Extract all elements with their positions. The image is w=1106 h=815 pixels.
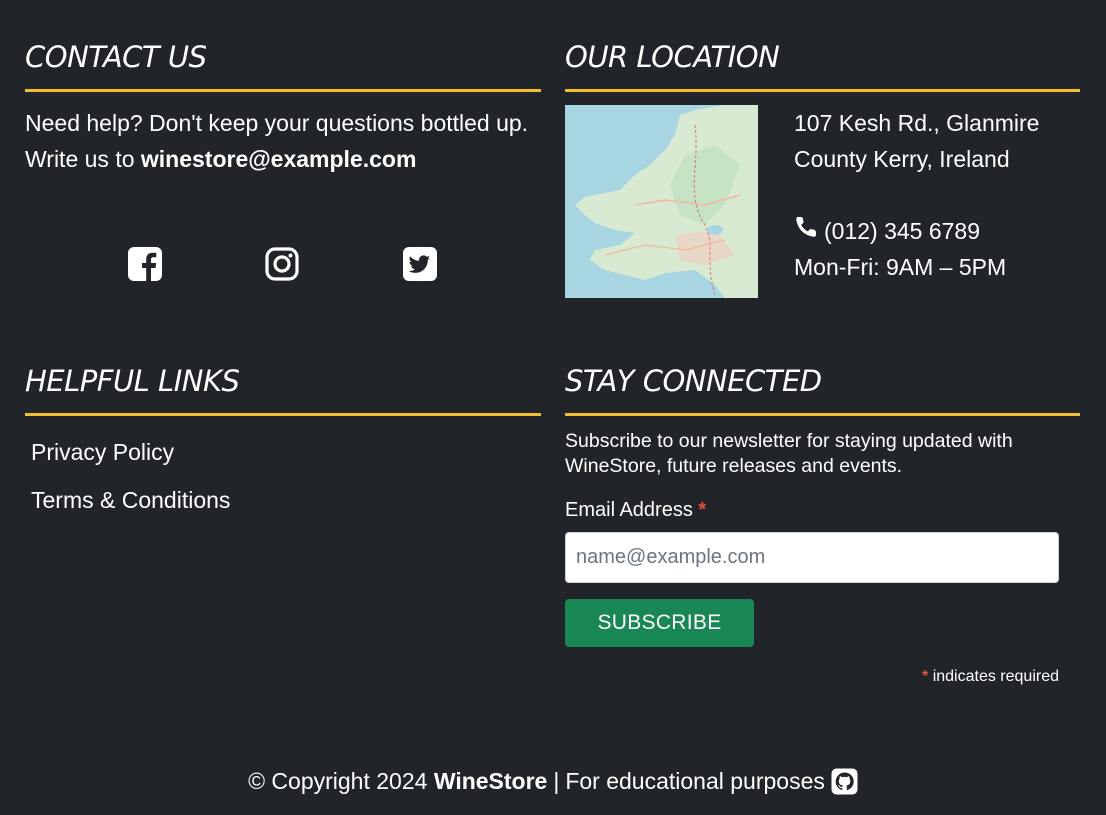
facebook-icon[interactable]	[127, 246, 163, 282]
address-block: 107 Kesh Rd., Glanmire County Kerry, Ire…	[794, 105, 1094, 285]
required-note: * indicates required	[859, 668, 1059, 686]
contact-write-prefix: Write us to	[25, 146, 141, 172]
links-divider	[25, 413, 541, 416]
address-line-1: 107 Kesh Rd., Glanmire	[794, 110, 1040, 136]
opening-hours: Mon-Fri: 9AM – 5PM	[794, 254, 1007, 280]
footer-purpose: For educational purposes	[565, 768, 825, 794]
newsletter-description: Subscribe to our newsletter for staying …	[565, 430, 1013, 477]
privacy-policy-link[interactable]: Privacy Policy	[31, 434, 230, 482]
twitter-icon[interactable]	[402, 246, 438, 282]
phone-number[interactable]: (012) 345 6789	[824, 213, 980, 249]
address-line-2: County Kerry, Ireland	[794, 146, 1010, 172]
newsletter-heading: STAY CONNECTED	[565, 364, 822, 398]
contact-help-text: Need help? Don't keep your questions bot…	[25, 110, 529, 136]
links-heading: HELPFUL LINKS	[25, 364, 240, 398]
newsletter-divider	[565, 413, 1080, 416]
github-icon[interactable]	[831, 768, 858, 795]
phone-line: (012) 345 6789	[794, 213, 1094, 249]
footer-separator: |	[553, 768, 560, 794]
links-list: Privacy Policy Terms & Conditions	[31, 434, 230, 530]
required-note-star: *	[922, 668, 929, 685]
email-label-text: Email Address	[565, 499, 693, 521]
location-map[interactable]	[565, 105, 758, 298]
copyright-text: © Copyright 2024	[248, 768, 434, 794]
phone-icon	[794, 213, 818, 249]
contact-divider	[25, 89, 541, 92]
required-note-text: indicates required	[932, 668, 1059, 685]
contact-text: Need help? Don't keep your questions bot…	[25, 105, 541, 177]
subscribe-button[interactable]: SUBSCRIBE	[565, 599, 754, 647]
email-label: Email Address *	[565, 499, 706, 522]
brand-name: WineStore	[433, 768, 548, 794]
contact-email-link[interactable]: winestore@example.com	[141, 146, 417, 172]
terms-conditions-link[interactable]: Terms & Conditions	[31, 482, 230, 530]
required-star: *	[698, 499, 707, 521]
location-divider	[565, 89, 1080, 92]
location-heading: OUR LOCATION	[565, 40, 780, 74]
contact-heading: CONTACT US	[25, 40, 207, 74]
copyright-footer: © Copyright 2024 WineStore | For educati…	[0, 763, 1106, 799]
instagram-icon[interactable]	[264, 246, 300, 282]
email-input[interactable]	[565, 532, 1059, 583]
